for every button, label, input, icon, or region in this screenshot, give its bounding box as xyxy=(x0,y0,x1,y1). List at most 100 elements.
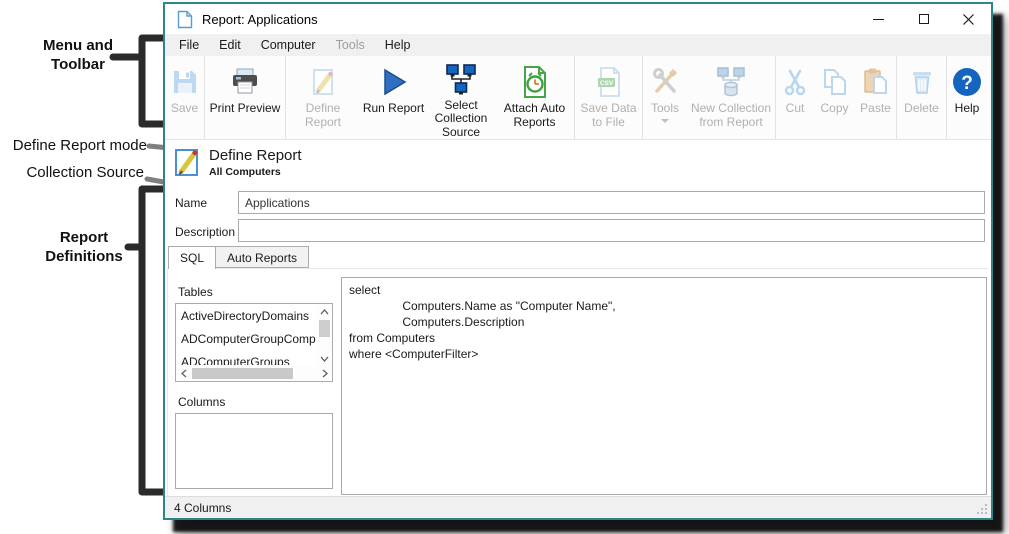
columns-listbox[interactable] xyxy=(175,413,333,489)
toolbar: Save Print Preview xyxy=(165,56,991,140)
new-collection-icon xyxy=(714,62,748,102)
tools-icon xyxy=(649,62,681,102)
copy-icon xyxy=(819,62,851,102)
tab-strip: SQL Auto Reports xyxy=(168,246,308,269)
report-document-icon xyxy=(177,10,193,29)
menu-bar: File Edit Computer Tools Help xyxy=(165,34,991,56)
toolbar-label: Attach Auto Reports xyxy=(495,102,574,129)
tables-listbox[interactable]: ActiveDirectoryDomains ADComputerGroupCo… xyxy=(175,303,333,382)
define-report-mode-icon xyxy=(174,145,202,182)
toolbar-select-collection-source-button[interactable]: Select Collection Source xyxy=(427,56,495,139)
scrollbar-thumb[interactable] xyxy=(192,368,293,379)
menu-edit[interactable]: Edit xyxy=(209,35,251,55)
maximize-button[interactable] xyxy=(901,4,946,34)
name-input[interactable] xyxy=(238,191,985,214)
toolbar-attach-auto-reports-button[interactable]: Attach Auto Reports xyxy=(495,56,574,139)
svg-text:CSV: CSV xyxy=(599,80,613,87)
toolbar-paste-button: Paste xyxy=(855,56,896,139)
cut-icon xyxy=(779,62,811,102)
toolbar-label: Run Report xyxy=(363,102,424,116)
screenshot-canvas: Menu and Toolbar Define Report mode Coll… xyxy=(0,0,1009,534)
toolbar-print-preview-button[interactable]: Print Preview xyxy=(205,56,285,139)
toolbar-label: Delete xyxy=(904,102,939,116)
window-title: Report: Applications xyxy=(202,12,318,27)
toolbar-label: Define Report xyxy=(286,102,360,129)
chevron-right-icon[interactable] xyxy=(317,366,332,381)
toolbar-label: Help xyxy=(955,102,980,116)
list-item[interactable]: ADComputerGroupComp xyxy=(177,328,316,351)
toolbar-label: Print Preview xyxy=(210,102,281,116)
toolbar-label: Tools xyxy=(651,102,679,116)
status-bar: 4 Columns xyxy=(165,496,991,518)
menu-computer[interactable]: Computer xyxy=(251,35,326,55)
help-icon: ? xyxy=(951,62,983,102)
toolbar-save-data-to-file-button: CSV Save Data to File xyxy=(575,56,642,139)
toolbar-define-report-button: Define Report xyxy=(286,56,360,139)
tab-sql[interactable]: SQL xyxy=(168,246,216,269)
close-button[interactable] xyxy=(946,4,991,34)
csv-file-icon: CSV xyxy=(593,62,625,102)
collection-source-icon xyxy=(444,62,478,99)
annotation-line: Report xyxy=(20,228,148,247)
printer-icon xyxy=(229,62,261,102)
annotation-report-definitions: Report Definitions xyxy=(20,228,148,266)
tab-auto-reports[interactable]: Auto Reports xyxy=(215,246,309,268)
maximize-icon xyxy=(919,14,929,24)
toolbar-cut-button: Cut xyxy=(776,56,814,139)
status-text: 4 Columns xyxy=(174,501,231,515)
chevron-down-icon[interactable] xyxy=(317,351,332,366)
delete-icon xyxy=(906,62,938,102)
sql-editor[interactable]: select Computers.Name as "Computer Name"… xyxy=(341,277,987,495)
annotation-line: Toolbar xyxy=(14,55,142,74)
toolbar-copy-button: Copy xyxy=(814,56,855,139)
toolbar-tools-button: Tools xyxy=(643,56,687,139)
toolbar-help-button[interactable]: ? Help xyxy=(947,56,987,139)
save-icon xyxy=(169,62,201,102)
title-bar: Report: Applications xyxy=(165,4,991,34)
define-report-icon xyxy=(307,62,339,102)
toolbar-save-button: Save xyxy=(165,56,204,139)
annotation-define-report-mode: Define Report mode xyxy=(0,136,147,155)
menu-help[interactable]: Help xyxy=(375,35,421,55)
paste-icon xyxy=(860,62,892,102)
toolbar-label: New Collection from Report xyxy=(687,102,775,129)
window-controls xyxy=(856,4,991,34)
resize-grip[interactable] xyxy=(976,503,989,516)
collection-source-value: All Computers xyxy=(209,166,281,178)
annotation-collection-source: Collection Source xyxy=(0,163,144,182)
toolbar-run-report-button[interactable]: Run Report xyxy=(360,56,427,139)
scrollbar-thumb[interactable] xyxy=(319,320,330,337)
vertical-scrollbar[interactable] xyxy=(317,304,332,366)
toolbar-delete-button: Delete xyxy=(897,56,946,139)
close-icon xyxy=(963,14,974,25)
columns-label: Columns xyxy=(178,395,225,409)
define-report-band: Define Report All Computers xyxy=(165,141,991,189)
run-report-icon xyxy=(378,62,410,102)
app-window: Report: Applications File Edit Computer … xyxy=(163,2,993,520)
chevron-down-icon xyxy=(661,119,669,123)
description-label: Description xyxy=(175,225,235,239)
auto-reports-icon xyxy=(519,62,551,102)
horizontal-scrollbar[interactable] xyxy=(176,366,332,381)
chevron-up-icon[interactable] xyxy=(317,304,332,319)
toolbar-label: Save Data to File xyxy=(575,102,642,129)
toolbar-label: Paste xyxy=(860,102,891,116)
svg-text:?: ? xyxy=(961,73,973,94)
annotation-line: Menu and xyxy=(14,36,142,55)
minimize-button[interactable] xyxy=(856,4,901,34)
menu-file[interactable]: File xyxy=(169,35,209,55)
chevron-left-icon[interactable] xyxy=(176,366,191,381)
tables-label: Tables xyxy=(178,285,213,299)
tab-page-border xyxy=(167,268,168,497)
description-input[interactable] xyxy=(238,219,985,242)
annotation-line: Definitions xyxy=(20,247,148,266)
menu-tools: Tools xyxy=(326,35,375,55)
list-item[interactable]: ActiveDirectoryDomains xyxy=(177,305,316,328)
minimize-icon xyxy=(873,19,884,20)
toolbar-label: Cut xyxy=(786,102,805,116)
toolbar-label: Save xyxy=(171,102,198,116)
define-report-title: Define Report xyxy=(209,147,302,164)
list-item[interactable]: ADComputerGroups xyxy=(177,351,316,365)
name-label: Name xyxy=(175,196,207,210)
tables-list-items: ActiveDirectoryDomains ADComputerGroupCo… xyxy=(177,305,316,365)
